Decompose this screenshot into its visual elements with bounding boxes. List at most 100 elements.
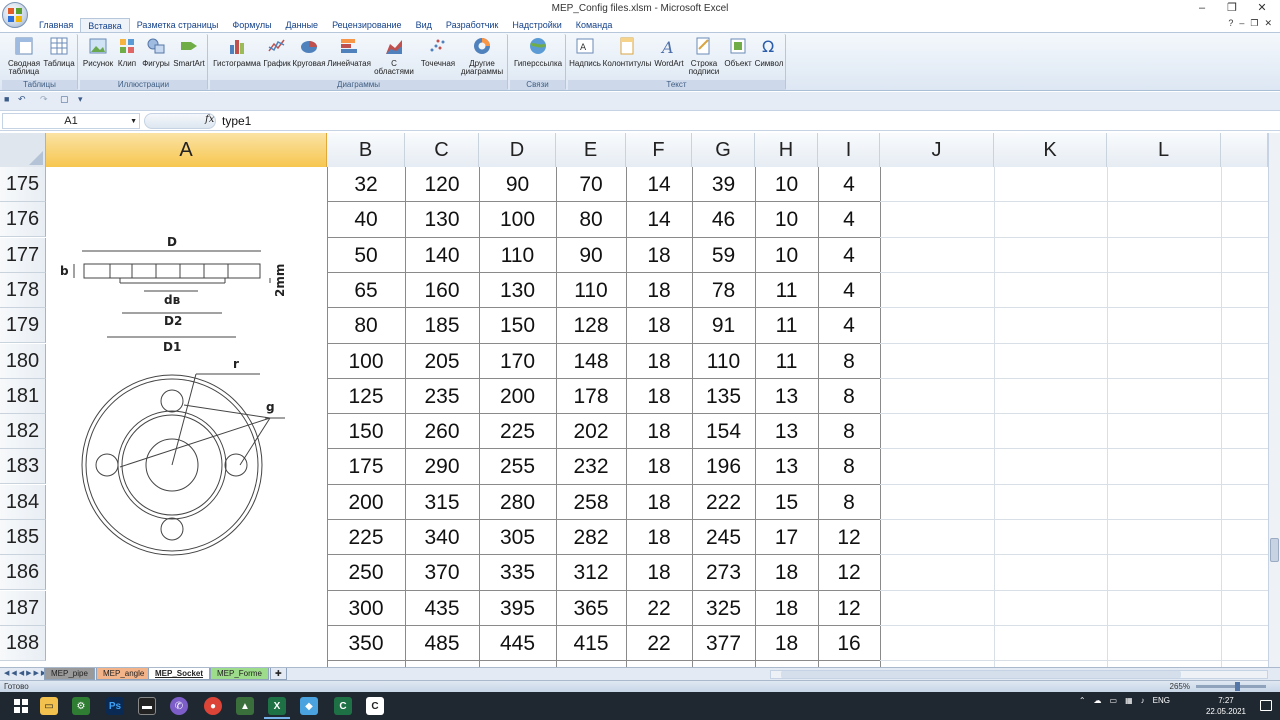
office-button[interactable] — [2, 2, 28, 28]
cell-e182[interactable]: 202 — [556, 414, 626, 449]
cell-i184[interactable]: 8 — [818, 485, 880, 520]
cell-g179[interactable]: 91 — [692, 308, 755, 343]
cell-i175[interactable]: 4 — [818, 167, 880, 202]
cell-e181[interactable]: 178 — [556, 379, 626, 414]
shapes-button[interactable]: Фигуры — [140, 36, 172, 68]
flange-drawing[interactable]: D b dв D2 D1 r g 2mm — [50, 233, 300, 563]
clip-button[interactable]: Клип — [114, 36, 140, 68]
horizontal-scrollbar[interactable] — [770, 670, 1268, 679]
cell-c175[interactable]: 120 — [405, 167, 479, 202]
object-button[interactable]: Объект — [722, 36, 754, 68]
hyperlink-button[interactable]: Гиперссылка — [512, 36, 564, 68]
cell-b178[interactable]: 65 — [327, 273, 405, 308]
cell-f180[interactable]: 18 — [626, 344, 692, 379]
tab-view[interactable]: Вид — [409, 18, 439, 32]
terminal-icon[interactable]: ▬ — [138, 697, 156, 715]
column-header-l[interactable]: L — [1107, 133, 1221, 167]
cell-i179[interactable]: 4 — [818, 308, 880, 343]
column-header-a[interactable]: A — [46, 133, 327, 167]
chevron-up-icon[interactable]: ⌃ — [1079, 696, 1086, 705]
column-header-g[interactable]: G — [692, 133, 755, 167]
row-header[interactable]: 177 — [0, 237, 46, 273]
cell-e186[interactable]: 312 — [556, 555, 626, 590]
row-header[interactable]: 178 — [0, 272, 46, 308]
sheet-nav-arrows[interactable]: ◀◀◀▶▶▶ — [4, 669, 48, 677]
cell-h180[interactable]: 11 — [755, 344, 818, 379]
cell-e184[interactable]: 258 — [556, 485, 626, 520]
cell-e179[interactable]: 128 — [556, 308, 626, 343]
cell-h184[interactable]: 15 — [755, 485, 818, 520]
cell-d185[interactable]: 305 — [479, 520, 556, 555]
line-chart-button[interactable]: График — [262, 36, 292, 68]
cell-h188[interactable]: 18 — [755, 626, 818, 661]
pivot-table-button[interactable]: Сводная таблица — [6, 36, 42, 76]
cell-f181[interactable]: 18 — [626, 379, 692, 414]
cell-i188[interactable]: 16 — [818, 626, 880, 661]
cell-i185[interactable]: 12 — [818, 520, 880, 555]
cell-d178[interactable]: 130 — [479, 273, 556, 308]
cad-icon[interactable]: ▲ — [236, 697, 254, 715]
cell-g176[interactable]: 46 — [692, 202, 755, 237]
cell-c183[interactable]: 290 — [405, 449, 479, 484]
tab-data[interactable]: Данные — [279, 18, 326, 32]
formula-input[interactable]: type1 — [222, 114, 251, 128]
cell-c186[interactable]: 370 — [405, 555, 479, 590]
cell-b183[interactable]: 175 — [327, 449, 405, 484]
cell-h183[interactable]: 13 — [755, 449, 818, 484]
vertical-scrollbar[interactable] — [1268, 133, 1280, 667]
row-header[interactable]: 180 — [0, 343, 46, 379]
cell-h177[interactable]: 10 — [755, 238, 818, 273]
cell-g185[interactable]: 245 — [692, 520, 755, 555]
cell-f176[interactable]: 14 — [626, 202, 692, 237]
cell-h178[interactable]: 11 — [755, 273, 818, 308]
cell-d179[interactable]: 150 — [479, 308, 556, 343]
row-header[interactable]: 176 — [0, 202, 46, 238]
cell-d177[interactable]: 110 — [479, 238, 556, 273]
windows-start-icon[interactable] — [12, 697, 30, 715]
select-all-button[interactable] — [0, 133, 46, 167]
symbol-button[interactable]: Ω Символ — [754, 36, 784, 68]
cell-c178[interactable]: 160 — [405, 273, 479, 308]
cell-b187[interactable]: 300 — [327, 591, 405, 626]
tab-page-layout[interactable]: Разметка страницы — [130, 18, 226, 32]
row-header[interactable]: 185 — [0, 520, 46, 555]
tab-formulas[interactable]: Формулы — [225, 18, 278, 32]
file-explorer-icon[interactable]: ▭ — [40, 697, 58, 715]
cell-g175[interactable]: 39 — [692, 167, 755, 202]
cell-d187[interactable]: 395 — [479, 591, 556, 626]
cell-b175[interactable]: 32 — [327, 167, 405, 202]
cell-g178[interactable]: 78 — [692, 273, 755, 308]
tab-developer[interactable]: Разработчик — [439, 18, 505, 32]
chevron-down-icon[interactable]: ▼ — [130, 114, 137, 129]
cell-i177[interactable]: 4 — [818, 238, 880, 273]
cell-g184[interactable]: 222 — [692, 485, 755, 520]
cell-b188[interactable]: 350 — [327, 626, 405, 661]
restore-button[interactable]: ❐ — [1218, 0, 1246, 16]
row-header[interactable]: 182 — [0, 414, 46, 450]
cell-i183[interactable]: 8 — [818, 449, 880, 484]
sheet-tab-pipe[interactable]: MEP_pipe — [44, 668, 95, 680]
cell-f188[interactable]: 22 — [626, 626, 692, 661]
cell-f178[interactable]: 18 — [626, 273, 692, 308]
cell-d188[interactable]: 445 — [479, 626, 556, 661]
cell-i180[interactable]: 8 — [818, 344, 880, 379]
settings-icon[interactable]: ⚙ — [72, 697, 90, 715]
battery-icon[interactable]: ▭ — [1110, 696, 1118, 705]
worksheet-grid[interactable]: ABCDEFGHIJKL 175 32 120 90 70 14 39 10 4 176 40 130… — [0, 133, 1268, 667]
insert-sheet-icon[interactable]: ✚ — [270, 668, 287, 680]
cell-f185[interactable]: 18 — [626, 520, 692, 555]
row-header[interactable]: 181 — [0, 378, 46, 414]
cell-h185[interactable]: 17 — [755, 520, 818, 555]
help-icon[interactable]: ? — [1228, 18, 1233, 29]
picture-button[interactable]: Рисунок — [82, 36, 114, 68]
header-footer-button[interactable]: Колонтитулы — [602, 36, 652, 68]
cell-c187[interactable]: 435 — [405, 591, 479, 626]
cell-h182[interactable]: 13 — [755, 414, 818, 449]
column-header-d[interactable]: D — [479, 133, 556, 167]
excel-taskbar-icon[interactable]: X — [268, 697, 286, 715]
cell-i187[interactable]: 12 — [818, 591, 880, 626]
zoom-slider[interactable] — [1196, 685, 1266, 688]
cell-c176[interactable]: 130 — [405, 202, 479, 237]
column-header-j[interactable]: J — [880, 133, 994, 167]
notifications-icon[interactable] — [1260, 700, 1272, 711]
